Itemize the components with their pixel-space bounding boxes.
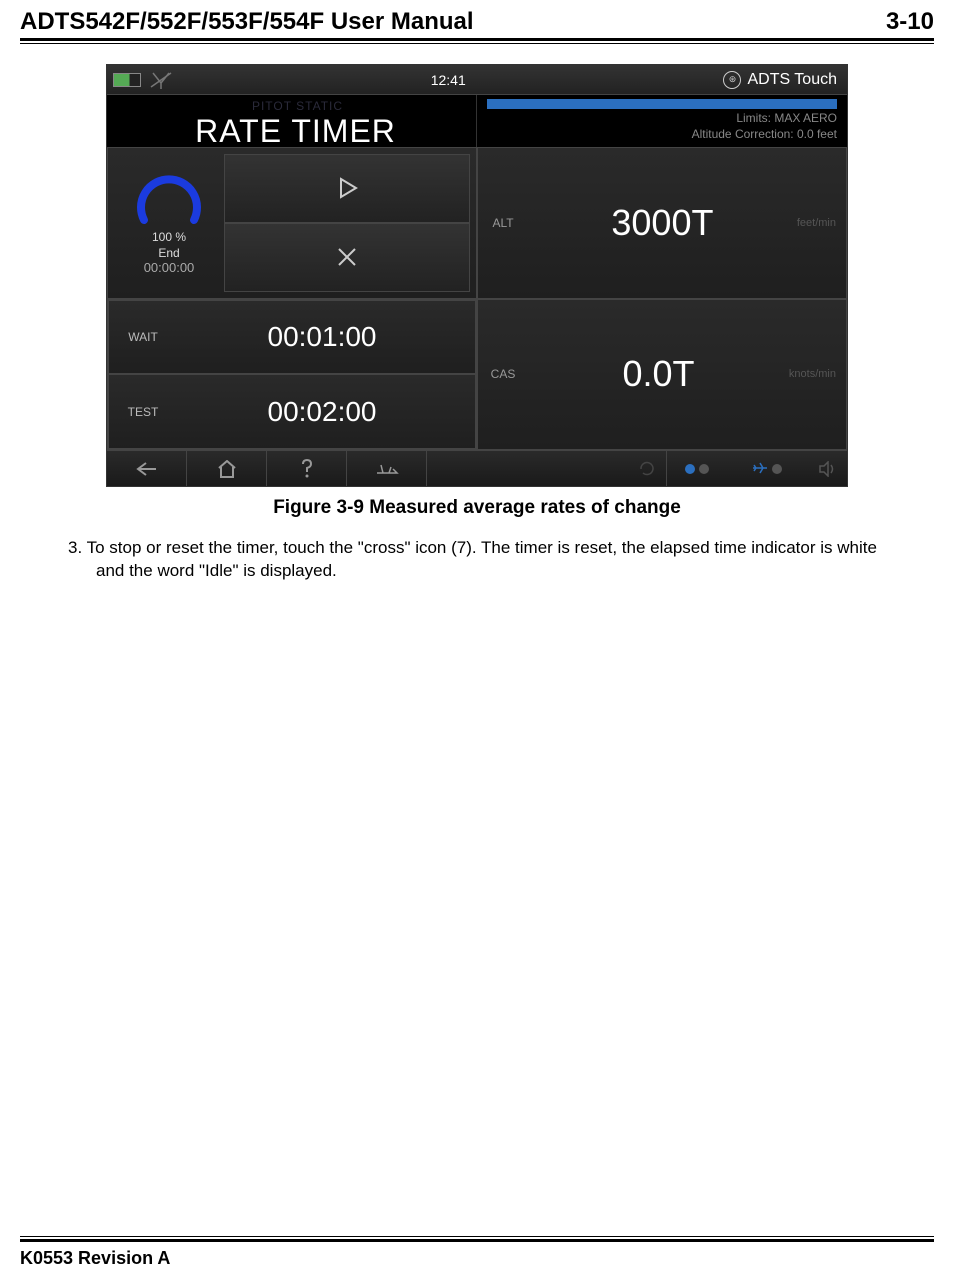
- wait-test-cell: WAIT 00:01:00 TEST 00:02:00: [107, 299, 477, 451]
- alt-label: ALT: [478, 208, 528, 238]
- aircraft-button[interactable]: [347, 451, 427, 486]
- back-button[interactable]: [107, 451, 187, 486]
- wait-value: 00:01:00: [169, 321, 475, 353]
- volume-icon[interactable]: [807, 451, 847, 486]
- instruction-paragraph: 3. To stop or reset the timer, touch the…: [48, 529, 934, 583]
- cross-button[interactable]: [224, 223, 470, 292]
- alt-value: 3000T: [528, 202, 797, 244]
- refresh-icon: [627, 451, 667, 486]
- timer-gauge: 100 % End 00:00:00: [114, 154, 224, 292]
- wait-row[interactable]: WAIT 00:01:00: [108, 300, 476, 375]
- altitude-correction-line: Altitude Correction: 0.0 feet: [487, 127, 837, 143]
- navigation-bar: [107, 450, 847, 486]
- antenna-disabled-icon: [149, 70, 173, 90]
- cas-value: 0.0T: [528, 353, 789, 395]
- dot-icon: [772, 464, 782, 474]
- test-row[interactable]: TEST 00:02:00: [108, 374, 476, 449]
- plane-icon: [752, 461, 768, 477]
- device-screenshot: 12:41 ⊛ ADTS Touch PITOT STATIC RATE TIM…: [106, 64, 848, 487]
- footer-revision: K0553 Revision A: [20, 1248, 934, 1269]
- figure-caption: Figure 3-9 Measured average rates of cha…: [20, 497, 934, 519]
- status-bar: 12:41 ⊛ ADTS Touch: [107, 65, 847, 95]
- home-button[interactable]: [187, 451, 267, 486]
- cas-cell[interactable]: CAS 0.0T knots/min: [477, 299, 847, 451]
- alt-cell[interactable]: ALT 3000T feet/min: [477, 147, 847, 299]
- screen-title: RATE TIMER: [107, 113, 476, 150]
- test-label: TEST: [109, 405, 169, 419]
- figure-container: 12:41 ⊛ ADTS Touch PITOT STATIC RATE TIM…: [20, 64, 934, 519]
- document-title: ADTS542F/552F/553F/554F User Manual: [20, 8, 474, 36]
- pitot-static-label: PITOT STATIC: [107, 95, 476, 113]
- progress-bar: [487, 99, 837, 109]
- page-number: 3-10: [886, 8, 934, 36]
- cas-label: CAS: [478, 359, 528, 389]
- indicator-1[interactable]: [667, 464, 727, 474]
- wait-label: WAIT: [109, 330, 169, 344]
- alt-unit: feet/min: [797, 217, 846, 229]
- ge-logo-icon: ⊛: [723, 71, 741, 89]
- battery-icon: [113, 73, 141, 87]
- timer-percent: 100 %: [152, 230, 186, 244]
- cas-unit: knots/min: [789, 368, 846, 380]
- indicator-2[interactable]: [727, 461, 807, 477]
- play-button[interactable]: [224, 154, 470, 223]
- dot-icon: [685, 464, 695, 474]
- brand-label: ADTS Touch: [747, 71, 837, 89]
- dot-icon: [699, 464, 709, 474]
- help-button[interactable]: [267, 451, 347, 486]
- status-time: 12:41: [173, 72, 723, 88]
- timer-cell: 100 % End 00:00:00: [107, 147, 477, 299]
- test-value: 00:02:00: [169, 396, 475, 428]
- limits-line: Limits: MAX AERO: [487, 111, 837, 127]
- timer-state: End: [158, 246, 179, 260]
- timer-elapsed: 00:00:00: [144, 260, 195, 275]
